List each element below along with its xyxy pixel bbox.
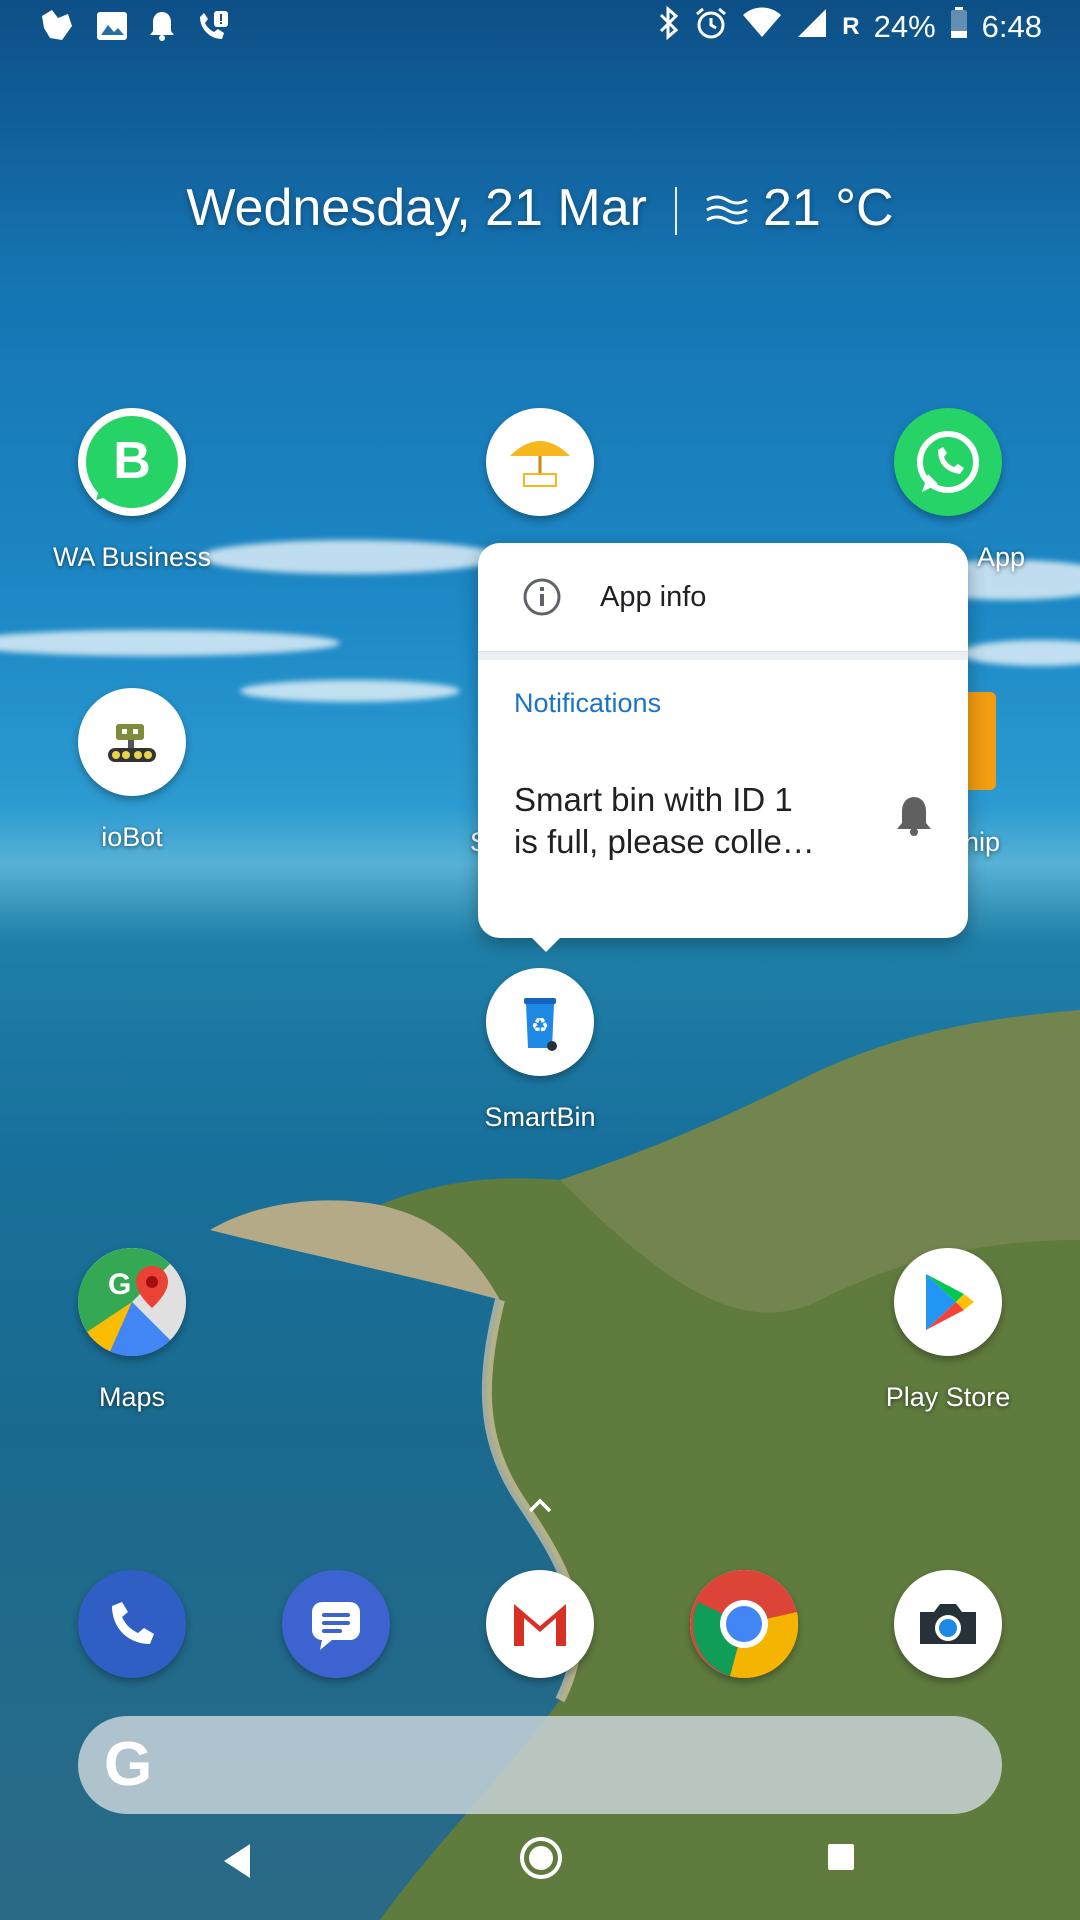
popup-divider bbox=[478, 651, 968, 660]
temperature-text[interactable]: 21 °C bbox=[763, 179, 894, 237]
svg-text:♻: ♻ bbox=[531, 1013, 549, 1037]
at-a-glance-widget[interactable]: Wednesday, 21 Mar 21 °C bbox=[0, 178, 1080, 241]
app-info-item[interactable]: App info bbox=[478, 543, 968, 651]
app-label: Maps bbox=[98, 1382, 166, 1412]
app-label: SmartBin bbox=[484, 1102, 596, 1132]
messages-icon[interactable] bbox=[282, 1570, 390, 1678]
wa-business-icon: B bbox=[78, 408, 186, 516]
app-maps[interactable]: G Maps bbox=[37, 1248, 227, 1413]
app-smartbin[interactable]: ♻ SmartBin bbox=[445, 968, 635, 1133]
svg-text:G: G bbox=[108, 1268, 131, 1301]
notification-bell-icon bbox=[894, 793, 934, 842]
roaming-indicator: R bbox=[842, 13, 860, 40]
bluetooth-icon bbox=[658, 5, 680, 48]
whatsapp-icon bbox=[894, 408, 1002, 516]
phone-icon[interactable] bbox=[78, 1570, 186, 1678]
image-icon bbox=[96, 11, 128, 46]
assistant-icon bbox=[38, 8, 76, 49]
svg-text:B: B bbox=[113, 432, 151, 490]
clock: 6:48 bbox=[981, 9, 1042, 44]
notification-text-line1: Smart bin with ID 1 bbox=[514, 781, 793, 818]
gmail-icon[interactable] bbox=[486, 1570, 594, 1678]
back-icon[interactable] bbox=[220, 1842, 254, 1885]
battery-icon bbox=[950, 7, 968, 47]
pune-umbrella-icon bbox=[486, 408, 594, 516]
app-info-label: App info bbox=[600, 580, 707, 613]
app-wa-business[interactable]: B WA Business bbox=[37, 408, 227, 573]
app-label: Play Store bbox=[885, 1382, 1011, 1412]
chrome-icon[interactable] bbox=[690, 1570, 798, 1678]
maps-icon: G bbox=[78, 1248, 186, 1356]
app-shortcut-popup: App info Notifications Smart bin with ID… bbox=[478, 543, 968, 952]
haze-icon bbox=[705, 181, 749, 241]
app-label: WA Business bbox=[52, 542, 212, 572]
app-drawer-arrow-icon[interactable] bbox=[527, 1496, 553, 1519]
google-search-bar[interactable]: G bbox=[78, 1716, 1002, 1814]
google-logo: G bbox=[104, 1730, 153, 1799]
status-bar: R 24% 6:48 bbox=[0, 0, 1080, 56]
recents-icon[interactable] bbox=[826, 1842, 856, 1877]
notification-item[interactable]: Smart bin with ID 1 is full, please coll… bbox=[514, 779, 844, 863]
alarm-icon bbox=[694, 6, 728, 48]
home-icon[interactable] bbox=[519, 1836, 563, 1885]
app-iobot[interactable]: ioBot bbox=[37, 688, 227, 853]
notification-text-line2: is full, please colle… bbox=[514, 823, 815, 860]
camera-icon[interactable] bbox=[894, 1570, 1002, 1678]
signal-icon bbox=[796, 7, 828, 47]
bell-icon bbox=[148, 10, 176, 47]
battery-percentage: 24% bbox=[873, 9, 936, 44]
notifications-header: Notifications bbox=[514, 688, 662, 718]
info-icon bbox=[522, 577, 562, 617]
navigation-bar bbox=[0, 1820, 1080, 1920]
app-label: ioBot bbox=[101, 822, 163, 852]
play-store-icon bbox=[894, 1248, 1002, 1356]
iobot-robot-icon bbox=[78, 688, 186, 796]
wifi-icon bbox=[742, 7, 782, 47]
smartbin-recycle-bin-icon: ♻ bbox=[486, 968, 594, 1076]
app-pune[interactable] bbox=[445, 408, 635, 516]
glance-divider bbox=[674, 187, 677, 236]
date-text[interactable]: Wednesday, 21 Mar bbox=[186, 179, 647, 237]
hidden-app-label-right: hip bbox=[964, 827, 1001, 857]
wifi-call-alert-icon bbox=[196, 9, 230, 48]
popup-pointer bbox=[532, 938, 560, 952]
app-play-store[interactable]: Play Store bbox=[853, 1248, 1043, 1413]
